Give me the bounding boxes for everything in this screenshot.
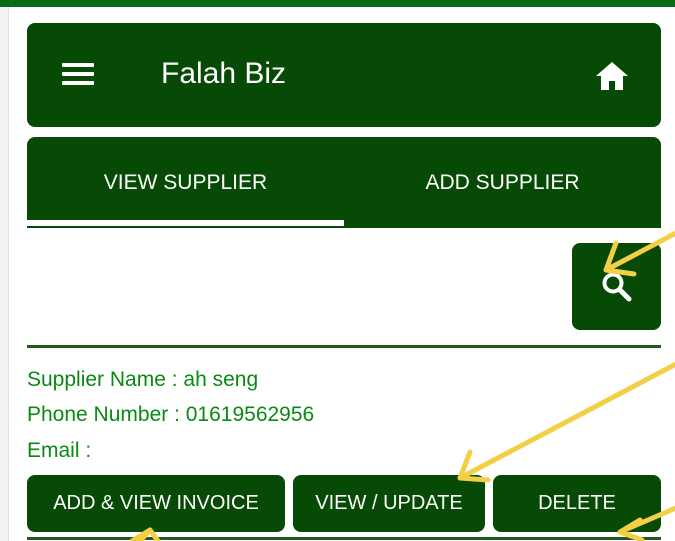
screen-edge [0,0,9,541]
arrow-icon [457,361,675,483]
selected-tab-indicator [27,220,344,226]
tab-add-supplier[interactable]: ADD SUPPLIER [344,137,661,228]
menu-icon[interactable] [62,63,94,85]
list-divider [27,537,661,540]
tab-view-supplier[interactable]: VIEW SUPPLIER [27,137,344,228]
app-title: Falah Biz [161,57,287,90]
supplier-name: Supplier Name : ah seng [27,368,259,391]
supplier-email: Email : [27,439,92,462]
tab-label: VIEW SUPPLIER [103,170,268,194]
list-divider [27,345,661,348]
status-strip [0,0,675,7]
delete-button[interactable]: DELETE [493,475,661,532]
app-bar [27,23,661,127]
search-button[interactable] [572,243,661,330]
home-icon[interactable] [594,60,630,92]
add-view-invoice-button[interactable]: ADD & VIEW INVOICE [27,475,285,532]
tab-bar: VIEW SUPPLIER ADD SUPPLIER [27,137,661,228]
view-update-button[interactable]: VIEW / UPDATE [293,475,485,532]
tab-label: ADD SUPPLIER [425,170,580,194]
supplier-phone: Phone Number : 01619562956 [27,403,315,426]
search-icon [602,272,632,302]
